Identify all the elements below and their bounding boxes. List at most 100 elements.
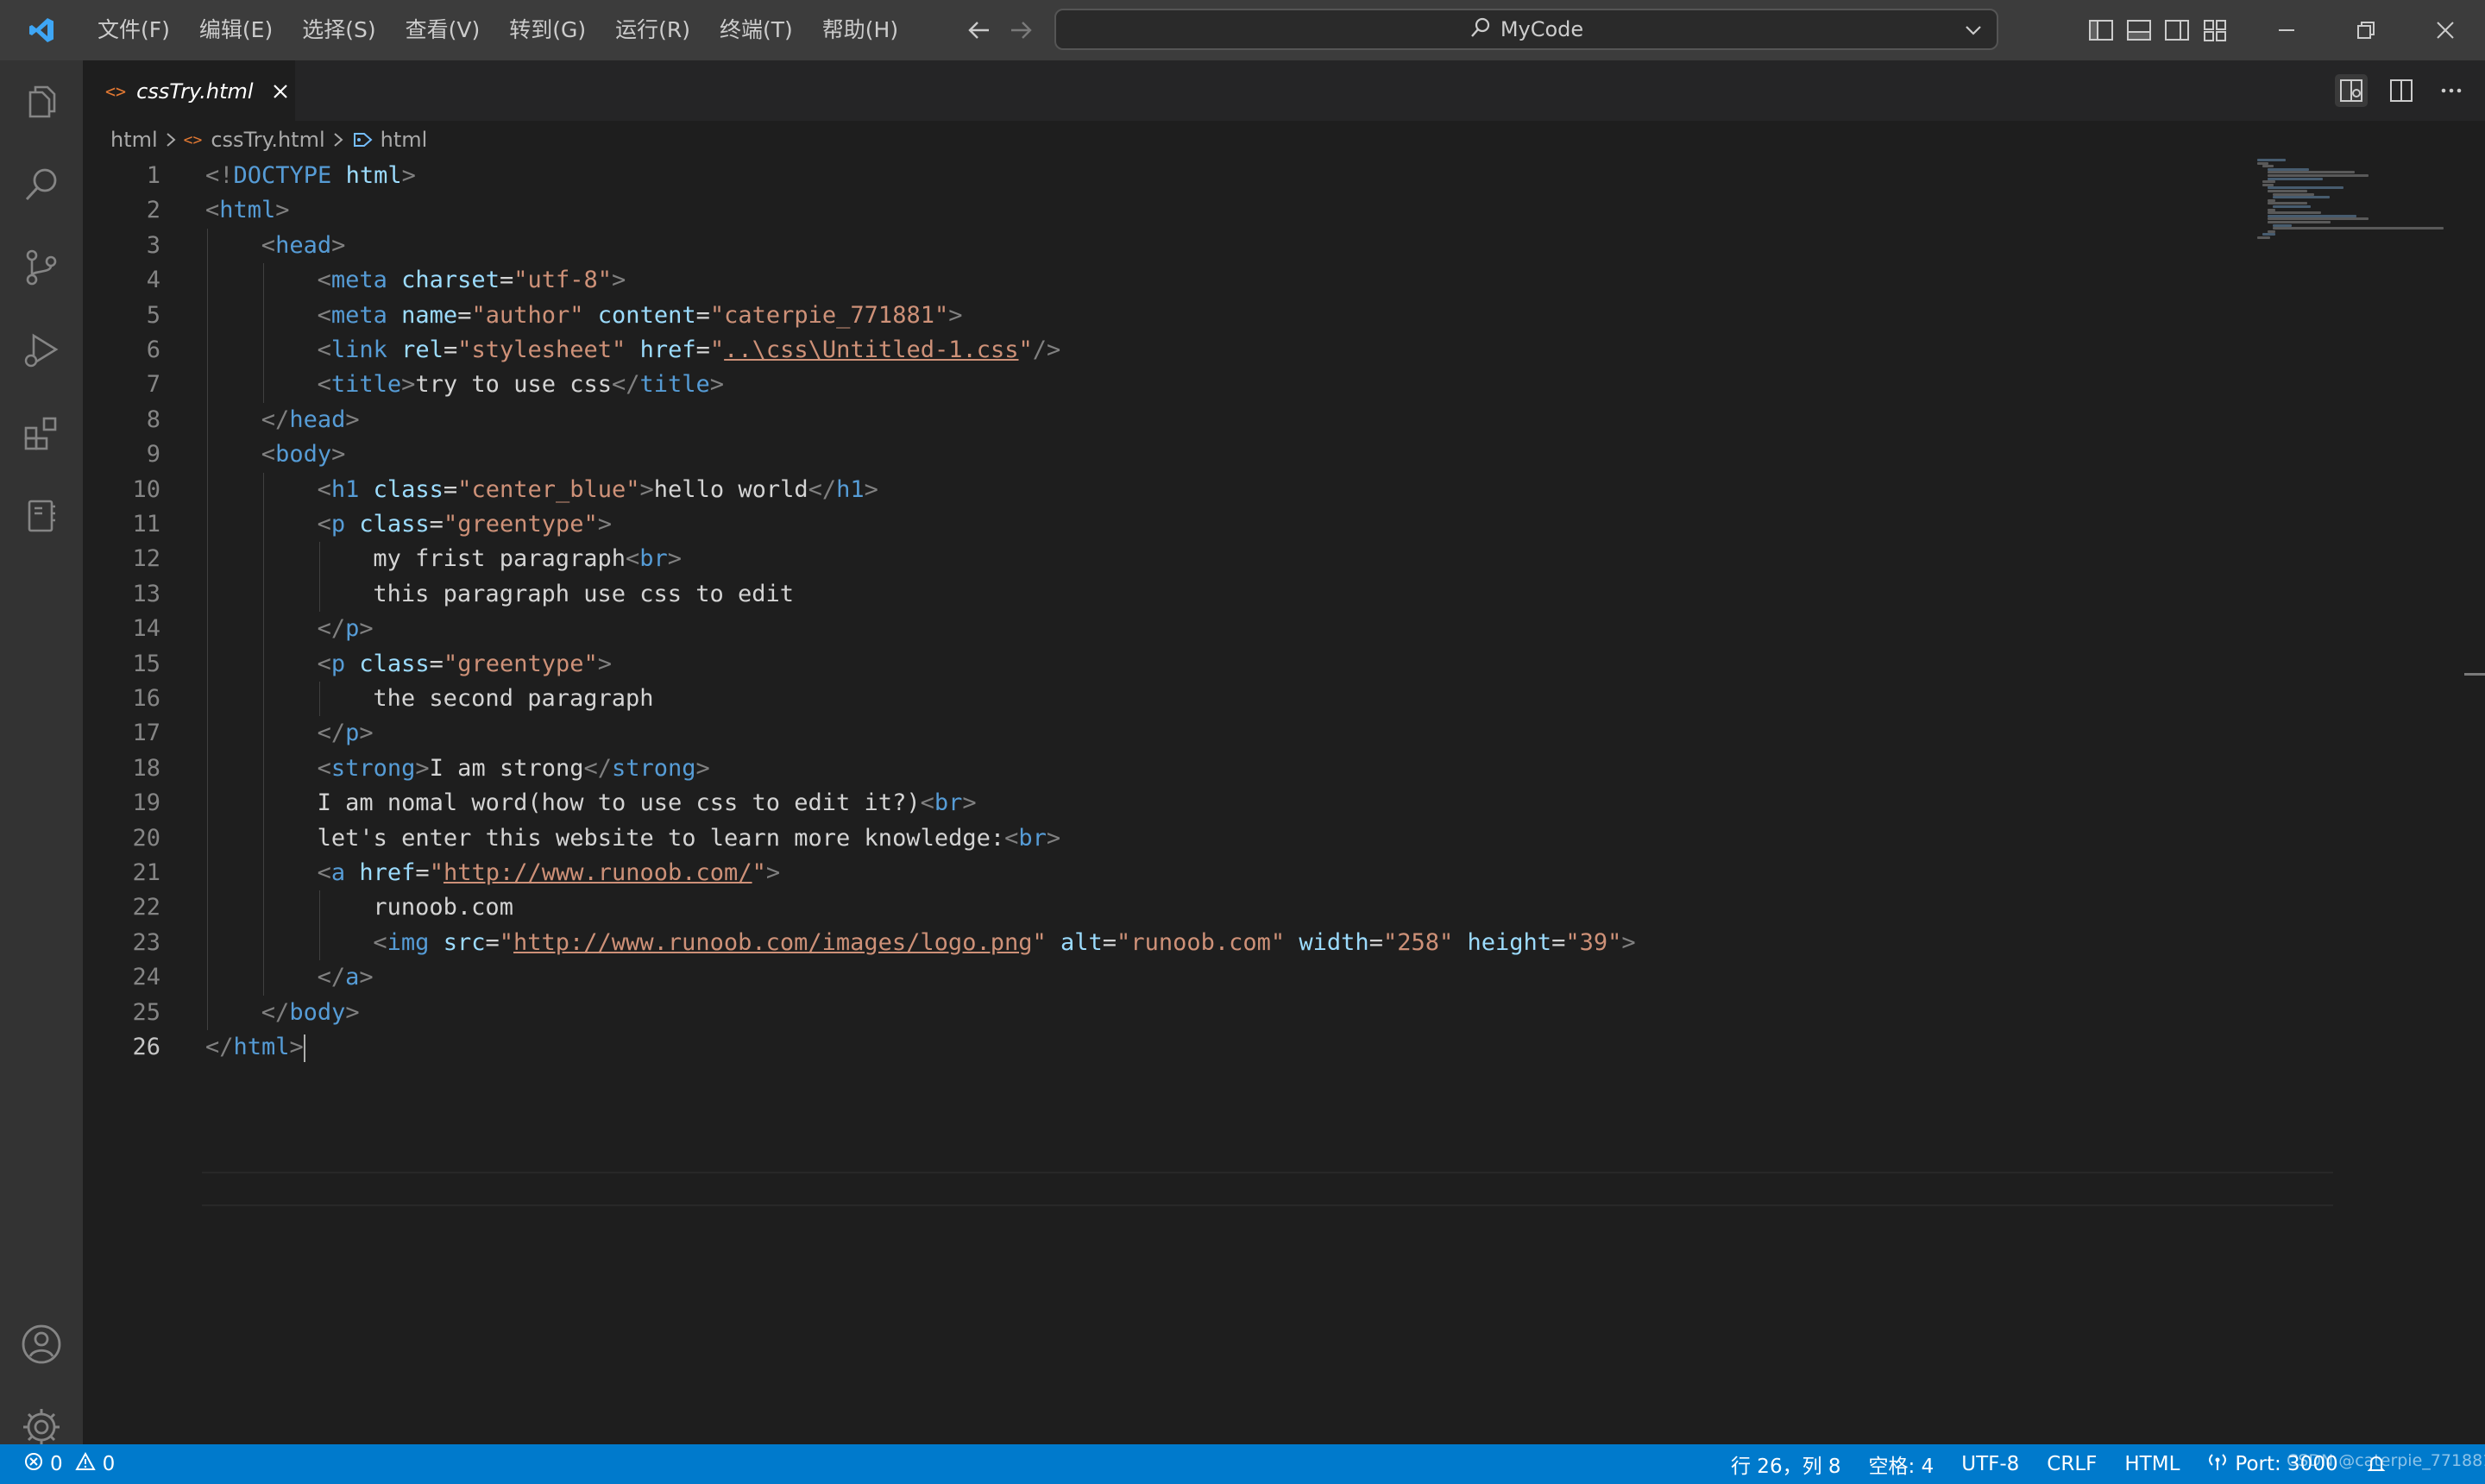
search-icon[interactable] xyxy=(16,159,67,211)
chevron-down-icon[interactable] xyxy=(1964,21,1983,43)
command-center[interactable]: MyCode xyxy=(1054,9,1998,50)
code-text: <title>try to use css</title> xyxy=(317,371,725,399)
minimap-line xyxy=(2268,186,2343,190)
toggle-secondary-sidebar-icon[interactable] xyxy=(2164,17,2190,43)
code-text: <a href="http://www.runoob.com/"> xyxy=(317,859,781,886)
explorer-icon[interactable] xyxy=(16,76,67,128)
line-number: 26 xyxy=(132,1034,160,1060)
code-line[interactable]: 4 <meta charset="utf-8"> xyxy=(83,263,2485,298)
menu-item-2[interactable]: 选择(S) xyxy=(287,0,390,60)
tab-csstry-html[interactable]: <> cssTry.html xyxy=(83,60,295,121)
code-line[interactable]: 7 <title>try to use css</title> xyxy=(83,368,2485,402)
account-icon[interactable] xyxy=(16,1318,67,1370)
code-line[interactable]: 22 runoob.com xyxy=(83,890,2485,925)
line-number: 10 xyxy=(132,475,160,503)
problems-status[interactable]: 0 0 xyxy=(24,1451,115,1476)
code-line[interactable]: 20 let's enter this website to learn more… xyxy=(83,821,2485,856)
code-line[interactable]: 17 </p> xyxy=(83,716,2485,751)
restore-icon[interactable] xyxy=(2326,0,2406,60)
current-line-highlight xyxy=(202,1172,2333,1206)
remote-explorer-icon[interactable] xyxy=(16,490,67,542)
toggle-primary-sidebar-icon[interactable] xyxy=(2088,17,2114,43)
watermark: CSDN @caterpie_771881 xyxy=(2287,1451,2485,1470)
customize-layout-icon[interactable] xyxy=(2202,17,2228,43)
minimap[interactable] xyxy=(2257,159,2464,245)
code-text: <p class="greentype"> xyxy=(317,511,613,538)
menu-item-0[interactable]: 文件(F) xyxy=(83,0,185,60)
code-line[interactable]: 25 </body> xyxy=(83,996,2485,1030)
open-preview-icon[interactable] xyxy=(2335,74,2368,107)
cursor-position[interactable]: 行 26，列 8 xyxy=(1717,1449,1855,1479)
run-debug-icon[interactable] xyxy=(16,324,67,376)
code-line[interactable]: 24 </a> xyxy=(83,960,2485,995)
vertical-scrollbar[interactable] xyxy=(2463,159,2485,1444)
indent-guide xyxy=(318,682,320,717)
code-line[interactable]: 8 </head> xyxy=(83,403,2485,437)
code-text: </head> xyxy=(261,406,360,433)
chevron-right-icon xyxy=(332,132,344,148)
code-line[interactable]: 11 <p class="greentype"> xyxy=(83,507,2485,542)
minimap-line xyxy=(2268,198,2275,202)
eol-status[interactable]: CRLF xyxy=(2033,1453,2111,1475)
indent-guide xyxy=(262,472,264,996)
extensions-icon[interactable] xyxy=(16,407,67,459)
line-number: 11 xyxy=(132,511,160,538)
code-line[interactable]: 10 <h1 class="center_blue">hello world</h… xyxy=(83,473,2485,507)
code-line[interactable]: 16 the second paragraph xyxy=(83,682,2485,716)
line-number: 12 xyxy=(132,545,160,573)
code-line[interactable]: 3 <head> xyxy=(83,229,2485,263)
minimap-line xyxy=(2268,167,2310,171)
breadcrumb-file[interactable]: cssTry.html xyxy=(211,128,324,152)
title-bar: 文件(F) 编辑(E) 选择(S) 查看(V) 转到(G) 运行(R) 终端(T) 帮助(H)… xyxy=(0,0,2485,60)
minimap-line xyxy=(2262,183,2274,186)
code-line[interactable]: 12 my frist paragraph<br> xyxy=(83,542,2485,576)
menu-item-6[interactable]: 终端(T) xyxy=(705,0,808,60)
close-window-icon[interactable] xyxy=(2406,0,2485,60)
code-line[interactable]: 13 this paragraph use css to edit xyxy=(83,577,2485,612)
line-number: 7 xyxy=(146,371,160,399)
forward-arrow-icon[interactable] xyxy=(1008,17,1034,43)
code-text: <p class="greentype"> xyxy=(317,650,613,677)
line-number: 25 xyxy=(132,998,160,1026)
code-line[interactable]: 14 </p> xyxy=(83,612,2485,646)
encoding-status[interactable]: UTF-8 xyxy=(1947,1453,2033,1475)
error-count: 0 xyxy=(50,1453,63,1475)
menu-item-3[interactable]: 查看(V) xyxy=(391,0,495,60)
breadcrumb-symbol[interactable]: html xyxy=(381,128,428,152)
editor-tabs: <> cssTry.html xyxy=(83,60,2485,121)
indent-guide xyxy=(207,228,208,1030)
minimize-icon[interactable] xyxy=(2247,0,2326,60)
code-line[interactable]: 15 <p class="greentype"> xyxy=(83,647,2485,682)
code-text: <head> xyxy=(261,231,346,259)
code-text: <h1 class="center_blue">hello world</h1> xyxy=(317,475,878,503)
source-control-icon[interactable] xyxy=(16,242,67,293)
minimap-line xyxy=(2268,211,2321,215)
menu-item-7[interactable]: 帮助(H) xyxy=(808,0,913,60)
code-line[interactable]: 9 <body> xyxy=(83,437,2485,472)
command-center-text: MyCode xyxy=(1500,17,1584,41)
menu-item-5[interactable]: 运行(R) xyxy=(601,0,705,60)
code-line[interactable]: 18 <strong>I am strong</strong> xyxy=(83,751,2485,786)
more-actions-icon[interactable] xyxy=(2435,74,2468,107)
code-line[interactable]: 19 I am nomal word(how to use css to edit… xyxy=(83,786,2485,821)
code-line[interactable]: 26 </html> xyxy=(83,1030,2485,1065)
code-line[interactable]: 2 <html> xyxy=(83,193,2485,228)
code-line[interactable]: 5 <meta name="author" content="caterpie_7… xyxy=(83,299,2485,333)
menu-item-1[interactable]: 编辑(E) xyxy=(185,0,287,60)
code-line[interactable]: 21 <a href="http://www.runoob.com/"> xyxy=(83,856,2485,890)
code-line[interactable]: 23 <img src="http://www.runoob.com/images… xyxy=(83,926,2485,960)
code-line[interactable]: 6 <link rel="stylesheet" href="..\css\Unt… xyxy=(83,333,2485,368)
menu-item-4[interactable]: 转到(G) xyxy=(494,0,601,60)
breadcrumb-root[interactable]: html xyxy=(110,128,158,152)
back-arrow-icon[interactable] xyxy=(966,17,992,43)
code-editor[interactable]: 1 <!DOCTYPE html> 2 <html> 3 <head> 4 <meta cha… xyxy=(83,159,2485,1444)
language-mode[interactable]: HTML xyxy=(2111,1453,2193,1475)
text-cursor xyxy=(303,1034,305,1062)
activity-bar xyxy=(0,60,83,1445)
toggle-panel-icon[interactable] xyxy=(2126,17,2152,43)
close-tab-icon[interactable] xyxy=(269,80,292,103)
code-text: my frist paragraph<br> xyxy=(373,545,683,573)
indentation-status[interactable]: 空格: 4 xyxy=(1855,1449,1948,1479)
code-line[interactable]: 1 <!DOCTYPE html> xyxy=(83,159,2485,193)
split-editor-icon[interactable] xyxy=(2385,74,2418,107)
